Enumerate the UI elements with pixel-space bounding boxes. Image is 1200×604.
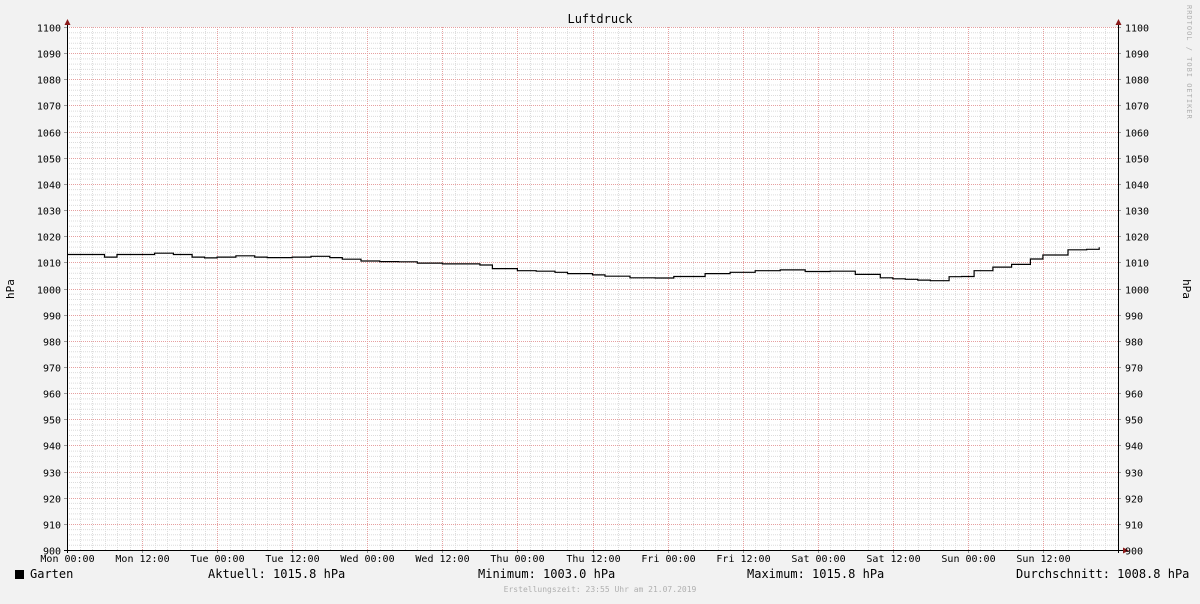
x-tick-label: Mon 12:00 bbox=[115, 554, 169, 565]
y-tick-label-left: 1040 bbox=[37, 181, 61, 192]
y-tick-label-left: 940 bbox=[43, 442, 61, 453]
y-tick-label-right: 1090 bbox=[1125, 50, 1149, 61]
watermark: RRDTOOL / TOBI OETIKER bbox=[1185, 5, 1193, 120]
y-tick-label-left: 950 bbox=[43, 416, 61, 427]
y-tick-label-left: 1070 bbox=[37, 102, 61, 113]
plot-background bbox=[67, 27, 1118, 550]
y-tick-label-right: 1010 bbox=[1125, 259, 1149, 270]
y-tick-label-right: 980 bbox=[1125, 338, 1143, 349]
x-tick-label: Thu 12:00 bbox=[566, 554, 620, 565]
y-tick-label-right: 1020 bbox=[1125, 233, 1149, 244]
legend-series-name: Garten bbox=[30, 567, 74, 581]
x-tick-label: Fri 12:00 bbox=[716, 554, 770, 565]
x-tick-label: Tue 12:00 bbox=[265, 554, 319, 565]
y-tick-label-right: 1050 bbox=[1125, 155, 1149, 166]
y-tick-label-right: 1040 bbox=[1125, 181, 1149, 192]
y-axis-label-right: hPa bbox=[1180, 279, 1193, 299]
y-tick-label-right: 970 bbox=[1125, 364, 1143, 375]
y-tick-label-right: 900 bbox=[1125, 547, 1143, 558]
y-tick-label-right: 1080 bbox=[1125, 76, 1149, 87]
legend-swatch bbox=[15, 570, 24, 579]
y-tick-label-left: 910 bbox=[43, 521, 61, 532]
legend-aktuell: Aktuell: 1015.8 hPa bbox=[208, 567, 346, 581]
y-tick-label-right: 960 bbox=[1125, 390, 1143, 401]
y-tick-label-right: 950 bbox=[1125, 416, 1143, 427]
y-tick-label-left: 960 bbox=[43, 390, 61, 401]
x-tick-label: Tue 00:00 bbox=[190, 554, 244, 565]
y-tick-label-right: 990 bbox=[1125, 312, 1143, 323]
legend-durchschnitt: Durchschnitt: 1008.8 hPa bbox=[1016, 567, 1190, 581]
pressure-chart: 900 910 920 930 940 950 960 970 980 990 1000 1010 10… bbox=[0, 0, 1200, 600]
x-tick-label: Wed 00:00 bbox=[340, 554, 394, 565]
y-tick-label-left: 990 bbox=[43, 312, 61, 323]
x-tick-label: Sun 00:00 bbox=[941, 554, 995, 565]
y-axis-label-left: hPa bbox=[4, 279, 17, 299]
legend-minimum: Minimum: 1003.0 hPa bbox=[478, 567, 616, 581]
x-tick-label: Sun 12:00 bbox=[1016, 554, 1070, 565]
y-tick-label-right: 920 bbox=[1125, 495, 1143, 506]
y-tick-label-right: 1060 bbox=[1125, 129, 1149, 140]
x-tick-label: Thu 00:00 bbox=[490, 554, 544, 565]
y-tick-label-left: 1030 bbox=[37, 207, 61, 218]
footer-timestamp: Erstellungszeit: 23:55 Uhr am 21.07.2019 bbox=[504, 585, 697, 594]
y-tick-label-right: 1000 bbox=[1125, 286, 1149, 297]
x-tick-label: Fri 00:00 bbox=[641, 554, 695, 565]
y-tick-label-left: 930 bbox=[43, 469, 61, 480]
legend-series: Garten bbox=[15, 567, 73, 581]
y-tick-label-left: 1010 bbox=[37, 259, 61, 270]
y-tick-label-left: 980 bbox=[43, 338, 61, 349]
y-tick-label-left: 970 bbox=[43, 364, 61, 375]
y-tick-label-left: 1020 bbox=[37, 233, 61, 244]
x-tick-label: Mon 00:00 bbox=[40, 554, 94, 565]
y-tick-label-right: 1070 bbox=[1125, 102, 1149, 113]
y-tick-label-right: 940 bbox=[1125, 442, 1143, 453]
x-tick-label: Wed 12:00 bbox=[415, 554, 469, 565]
y-tick-label-left: 1080 bbox=[37, 76, 61, 87]
y-tick-label-left: 1060 bbox=[37, 129, 61, 140]
legend-maximum: Maximum: 1015.8 hPa bbox=[747, 567, 885, 581]
y-tick-label-right: 930 bbox=[1125, 469, 1143, 480]
y-tick-label-left: 1090 bbox=[37, 50, 61, 61]
y-tick-label-left: 920 bbox=[43, 495, 61, 506]
x-tick-label: Sat 12:00 bbox=[866, 554, 920, 565]
y-tick-label-left: 1100 bbox=[37, 24, 61, 35]
chart-title: Luftdruck bbox=[567, 12, 633, 26]
y-tick-label-right: 1030 bbox=[1125, 207, 1149, 218]
y-tick-label-left: 1050 bbox=[37, 155, 61, 166]
y-tick-label-left: 1000 bbox=[37, 286, 61, 297]
chart-frame: 900 910 920 930 940 950 960 970 980 990 1000 1010 10… bbox=[0, 0, 1200, 600]
y-tick-label-right: 1100 bbox=[1125, 24, 1149, 35]
y-tick-label-right: 910 bbox=[1125, 521, 1143, 532]
x-tick-label: Sat 00:00 bbox=[791, 554, 845, 565]
